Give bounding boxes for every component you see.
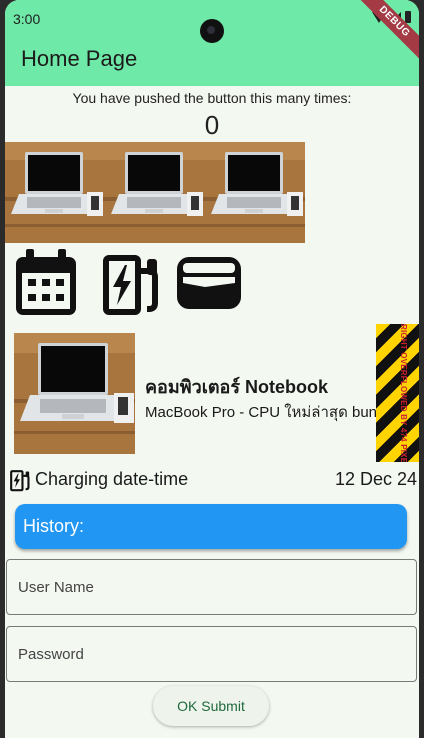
image-gallery (5, 142, 305, 243)
product-image (14, 333, 135, 454)
app-screen: 3:00 Home Page You have pushed the butto… (5, 0, 419, 738)
history-button[interactable]: History: (15, 504, 407, 549)
overflow-warning-stripe: RIGHT OVERFLOWED BY 474 PIXELS (376, 324, 419, 462)
submit-button[interactable]: OK Submit (153, 686, 269, 726)
overflow-warning-text: RIGHT OVERFLOWED BY 474 PIXELS (399, 324, 408, 462)
product-card[interactable]: คอมพิวเตอร์ Notebook MacBook Pro - CPU ใ… (5, 322, 419, 462)
username-field[interactable] (6, 559, 417, 615)
calendar-icon (16, 249, 76, 315)
battery-icon (405, 11, 411, 23)
charging-label: Charging date-time (35, 469, 189, 489)
page-title: Home Page (21, 46, 138, 71)
username-input[interactable] (7, 560, 416, 614)
product-subtitle: MacBook Pro - CPU ใหม่ล่าสุด bundle (145, 404, 398, 421)
ev-charger-icon (103, 255, 158, 315)
counter-value: 0 (204, 110, 220, 140)
wallet-icon (177, 257, 241, 309)
laptop-image (105, 142, 205, 243)
ev-charger-icon (10, 470, 30, 492)
laptop-image (205, 142, 305, 243)
history-label: History: (23, 516, 85, 536)
charging-date: 12 Dec 24 (334, 469, 417, 489)
status-time: 3:00 (13, 11, 41, 27)
icon-row (14, 249, 243, 317)
front-camera (200, 19, 224, 43)
charging-row: Charging date-time 12 Dec 24 (5, 466, 419, 492)
laptop-image (5, 142, 105, 243)
counter-label: You have pushed the button this many tim… (72, 90, 352, 106)
product-title: คอมพิวเตอร์ Notebook (145, 377, 329, 397)
app-bar: 3:00 Home Page (5, 0, 419, 86)
password-input[interactable] (7, 627, 416, 681)
password-field[interactable] (6, 626, 417, 682)
